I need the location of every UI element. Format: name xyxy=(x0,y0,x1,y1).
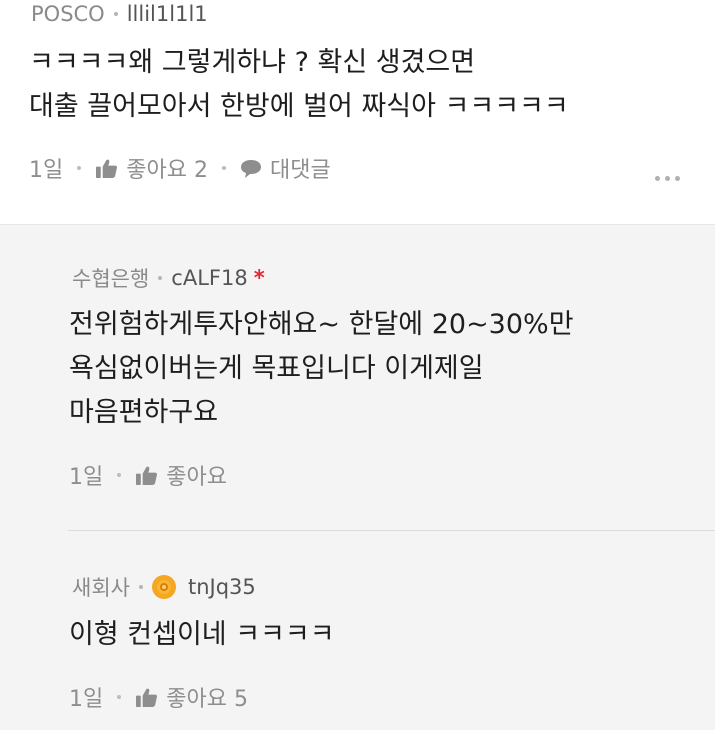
author-company: 수협은행 xyxy=(72,267,150,291)
comment-line: ㅋㅋㅋㅋ왜 그렇게하냐 ? 확신 생겼으면 xyxy=(29,47,476,78)
more-options-button[interactable] xyxy=(655,172,680,185)
thumbs-up-icon xyxy=(96,159,118,178)
reply-label: 대댓글 xyxy=(269,158,331,183)
reply-actions: 1일 좋아요 5 xyxy=(69,681,248,713)
author-nickname[interactable]: cALF18 xyxy=(171,266,247,290)
separator-dot xyxy=(113,12,118,16)
separator-dot xyxy=(221,166,226,170)
author-mark: * xyxy=(253,266,265,290)
reply-button[interactable]: 대댓글 xyxy=(240,152,331,184)
comment-card: POSCO lllil1l1l1 ㅋㅋㅋㅋ왜 그렇게하냐 ? 확신 생겼으면 대… xyxy=(0,0,715,224)
gold-badge-icon xyxy=(151,575,176,599)
comment-line: 대출 끌어모아서 한방에 벌어 짜식아 ㅋㅋㅋㅋㅋ xyxy=(29,91,569,122)
like-button[interactable]: 좋아요 5 xyxy=(135,681,248,713)
like-label: 좋아요 5 xyxy=(166,687,248,712)
reply-line: 욕심없이버는게 목표입니다 이게제일 xyxy=(69,353,484,384)
reply-divider xyxy=(68,530,715,531)
like-button[interactable]: 좋아요 2 xyxy=(95,152,208,184)
reply-line: 마음편하구요 xyxy=(69,397,219,428)
thumbs-up-icon xyxy=(136,466,158,485)
reply-author-line: 수협은행 cALF18 * xyxy=(72,263,265,293)
comment-time: 1일 xyxy=(29,158,64,183)
separator-dot xyxy=(138,585,143,589)
reply-line: 이형 컨셉이네 ㅋㅋㅋㅋ xyxy=(69,619,335,650)
reply-body: 전위험하게투자안해요~ 한달에 20~30%만 욕심없이버는게 목표입니다 이게… xyxy=(69,303,574,435)
speech-bubble-icon xyxy=(240,159,261,178)
author-company: 새회사 xyxy=(72,576,130,600)
separator-dot xyxy=(117,473,122,477)
separator-dot xyxy=(158,276,163,280)
comment-actions: 1일 좋아요 2 대댓글 xyxy=(29,152,331,184)
author-nickname[interactable]: tnJq35 xyxy=(188,575,256,599)
reply-time: 1일 xyxy=(69,687,104,712)
comment-author-line: POSCO lllil1l1l1 xyxy=(31,2,208,26)
author-nickname[interactable]: lllil1l1l1 xyxy=(127,2,208,26)
like-label: 좋아요 xyxy=(166,465,227,490)
replies-section: 수협은행 cALF18 * 전위험하게투자안해요~ 한달에 20~30%만 욕심… xyxy=(0,224,715,730)
more-dots-icon xyxy=(655,176,660,181)
like-button[interactable]: 좋아요 xyxy=(135,459,227,491)
separator-dot xyxy=(77,166,82,170)
reply-time: 1일 xyxy=(69,465,104,490)
thumbs-up-icon xyxy=(136,688,158,707)
like-label: 좋아요 2 xyxy=(126,158,208,183)
comment-body: ㅋㅋㅋㅋ왜 그렇게하냐 ? 확신 생겼으면 대출 끌어모아서 한방에 벌어 짜식… xyxy=(29,41,569,129)
reply-line: 전위험하게투자안해요~ 한달에 20~30%만 xyxy=(69,309,574,340)
separator-dot xyxy=(117,695,122,699)
reply-body: 이형 컨셉이네 ㅋㅋㅋㅋ xyxy=(69,613,335,657)
reply-actions: 1일 좋아요 xyxy=(69,459,227,491)
author-company: POSCO xyxy=(31,2,105,26)
reply-author-line: 새회사 tnJq35 xyxy=(72,572,256,602)
